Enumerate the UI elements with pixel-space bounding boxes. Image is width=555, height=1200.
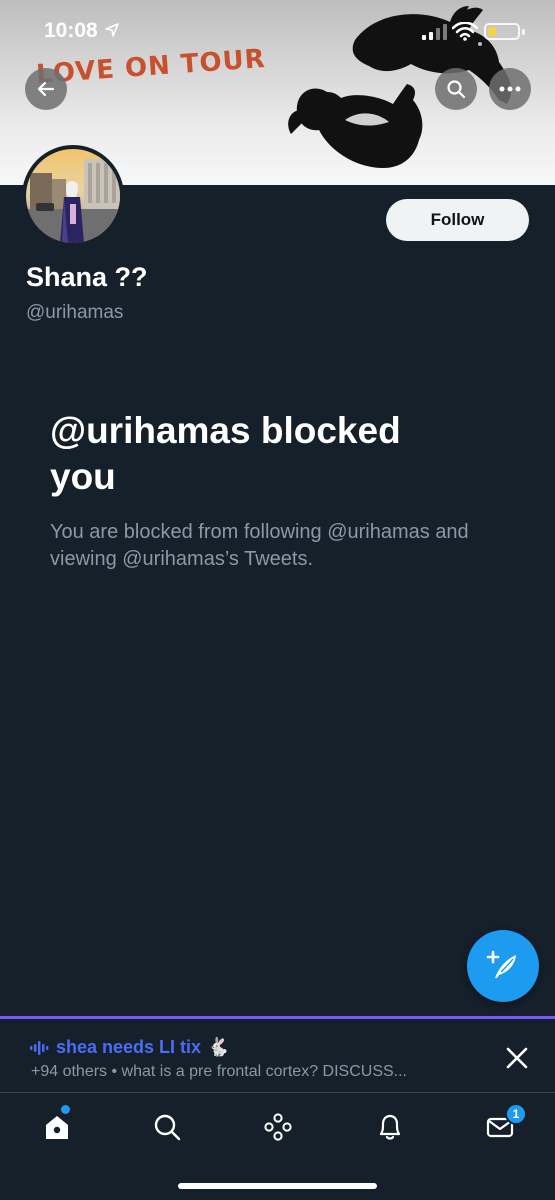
spaces-title-row[interactable]: shea needs LI tix 🐇	[30, 1037, 229, 1058]
battery-level	[488, 27, 496, 36]
audio-wave-icon	[30, 1040, 49, 1055]
follow-button[interactable]: Follow	[386, 199, 529, 241]
avatar[interactable]	[22, 145, 124, 247]
search-icon	[447, 80, 466, 99]
search-button[interactable]	[435, 68, 477, 110]
spaces-icon	[264, 1113, 292, 1141]
close-icon[interactable]	[504, 1045, 530, 1071]
wifi-icon	[452, 22, 478, 41]
tab-spaces[interactable]	[258, 1107, 298, 1147]
blocked-title: @urihamas blocked you	[50, 410, 401, 497]
location-arrow-icon	[105, 23, 119, 37]
back-button[interactable]	[25, 68, 67, 110]
home-notification-dot	[61, 1105, 70, 1114]
spaces-title: shea needs LI tix	[56, 1037, 202, 1057]
more-icon	[499, 86, 521, 92]
tab-explore[interactable]	[147, 1107, 187, 1147]
compose-tweet-icon	[486, 950, 516, 978]
cellular-signal-icon	[422, 24, 447, 40]
profile-handle: @urihamas	[26, 302, 124, 323]
back-arrow-icon	[37, 81, 55, 97]
compose-tweet-button[interactable]	[467, 930, 539, 1002]
status-bar: 10:08	[0, 0, 555, 60]
profile-screen: LOVE ON TOUR 10:08 Follow Shana ?? @urih…	[0, 0, 555, 1200]
tab-home[interactable]	[37, 1107, 77, 1147]
messages-badge: 1	[505, 1103, 527, 1125]
rabbit-emoji: 🐇	[207, 1037, 230, 1057]
avatar-photo	[26, 149, 120, 243]
battery-tip	[522, 29, 525, 35]
tab-notifications[interactable]	[370, 1107, 410, 1147]
spaces-subtitle: +94 others • what is a pre frontal corte…	[31, 1063, 407, 1080]
status-time: 10:08	[44, 19, 98, 42]
home-indicator[interactable]	[178, 1183, 377, 1189]
blocked-description: You are blocked from following @urihamas…	[50, 521, 469, 570]
bell-icon	[379, 1114, 401, 1140]
display-name: Shana ??	[26, 262, 148, 292]
battery-icon	[484, 23, 520, 40]
more-button[interactable]	[489, 68, 531, 110]
spaces-bar[interactable]: shea needs LI tix 🐇 +94 others • what is …	[0, 1016, 555, 1092]
home-icon	[46, 1116, 68, 1139]
search-icon	[154, 1114, 181, 1141]
